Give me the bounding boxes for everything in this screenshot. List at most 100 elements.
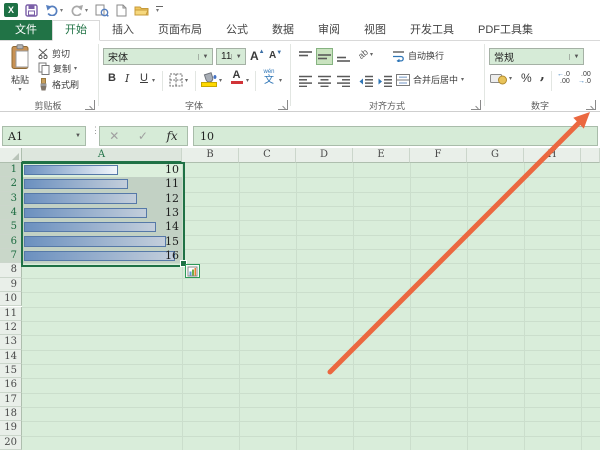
row-header-13[interactable]: 13 bbox=[0, 335, 22, 349]
number-dialog-launcher-icon[interactable] bbox=[586, 100, 596, 110]
align-top-button[interactable] bbox=[297, 48, 314, 65]
row-header-17[interactable]: 17 bbox=[0, 393, 22, 407]
new-file-icon[interactable] bbox=[116, 4, 127, 17]
number-format-combo[interactable]: 常规 ▼ bbox=[489, 48, 584, 65]
tab-数据[interactable]: 数据 bbox=[260, 20, 306, 40]
row-header-10[interactable]: 10 bbox=[0, 292, 22, 306]
row-header-20[interactable]: 20 bbox=[0, 436, 22, 450]
wrap-text-button[interactable]: 自动换行 bbox=[392, 49, 444, 62]
font-size-dropdown-icon[interactable]: ▼ bbox=[231, 54, 245, 60]
tab-公式[interactable]: 公式 bbox=[214, 20, 260, 40]
underline-dropdown-icon[interactable]: ▾ bbox=[152, 77, 155, 84]
name-box[interactable]: A1 ▼ bbox=[2, 126, 86, 146]
accounting-format-dropdown-icon[interactable]: ▾ bbox=[509, 75, 512, 82]
font-color-dropdown-icon[interactable]: ▾ bbox=[246, 77, 249, 84]
redo-dropdown-icon[interactable]: ▾ bbox=[85, 7, 88, 14]
row-header-3[interactable]: 3 bbox=[0, 192, 22, 206]
tab-file[interactable]: 文件 bbox=[0, 20, 52, 40]
enter-icon[interactable]: ✓ bbox=[138, 129, 148, 143]
number-format-dropdown-icon[interactable]: ▼ bbox=[569, 54, 583, 60]
decrease-indent-button[interactable] bbox=[357, 72, 374, 89]
phonetic-dropdown-icon[interactable]: ▾ bbox=[279, 77, 282, 84]
grow-font-button[interactable]: A▲ bbox=[250, 49, 265, 63]
font-name-combo[interactable]: 宋体 ▼ bbox=[103, 48, 213, 65]
formula-input[interactable]: 10 bbox=[193, 126, 598, 146]
clipboard-dialog-launcher-icon[interactable] bbox=[85, 100, 95, 110]
row-header-14[interactable]: 14 bbox=[0, 350, 22, 364]
align-center-button[interactable] bbox=[316, 72, 333, 89]
row-header-19[interactable]: 19 bbox=[0, 421, 22, 435]
fill-color-button[interactable] bbox=[201, 71, 217, 87]
cut-button[interactable]: 剪切 bbox=[38, 47, 70, 60]
column-header-H[interactable]: H bbox=[524, 148, 581, 163]
row-header-1[interactable]: 1 bbox=[0, 163, 22, 177]
select-all-corner[interactable] bbox=[0, 148, 22, 163]
row-header-2[interactable]: 2 bbox=[0, 177, 22, 191]
font-size-combo[interactable]: 11 ▼ bbox=[216, 48, 246, 65]
row-header-7[interactable]: 7 bbox=[0, 249, 22, 263]
copy-button[interactable]: 复制 ▾ bbox=[38, 62, 77, 75]
font-color-button[interactable]: A bbox=[230, 70, 243, 84]
row-header-6[interactable]: 6 bbox=[0, 235, 22, 249]
tab-审阅[interactable]: 审阅 bbox=[306, 20, 352, 40]
tab-开发工具[interactable]: 开发工具 bbox=[398, 20, 466, 40]
align-right-button[interactable] bbox=[335, 72, 352, 89]
orientation-dropdown-icon[interactable]: ▾ bbox=[370, 51, 373, 58]
shrink-font-button[interactable]: A▼ bbox=[269, 50, 282, 61]
comma-style-button[interactable]: , bbox=[540, 67, 545, 83]
font-dialog-launcher-icon[interactable] bbox=[278, 100, 288, 110]
quick-analysis-button[interactable] bbox=[185, 264, 200, 278]
format-painter-button[interactable]: 格式刷 bbox=[38, 78, 79, 91]
redo-button[interactable]: ▾ bbox=[70, 4, 88, 16]
italic-button[interactable]: I bbox=[125, 72, 129, 85]
row-header-18[interactable]: 18 bbox=[0, 407, 22, 421]
column-header-C[interactable]: C bbox=[239, 148, 296, 163]
column-header-F[interactable]: F bbox=[410, 148, 467, 163]
tab-插入[interactable]: 插入 bbox=[100, 20, 146, 40]
open-folder-icon[interactable] bbox=[134, 4, 149, 16]
row-header-16[interactable]: 16 bbox=[0, 378, 22, 392]
merge-center-dropdown-icon[interactable]: ▾ bbox=[461, 76, 464, 83]
border-button[interactable] bbox=[169, 73, 183, 87]
underline-button[interactable]: U bbox=[140, 72, 148, 84]
orientation-button[interactable]: ab ▾ bbox=[358, 49, 373, 59]
undo-button[interactable]: ▾ bbox=[45, 4, 63, 16]
copy-dropdown-icon[interactable]: ▾ bbox=[74, 65, 77, 72]
undo-dropdown-icon[interactable]: ▾ bbox=[60, 7, 63, 14]
tab-视图[interactable]: 视图 bbox=[352, 20, 398, 40]
align-left-button[interactable] bbox=[297, 72, 314, 89]
increase-indent-button[interactable] bbox=[376, 72, 393, 89]
row-header-15[interactable]: 15 bbox=[0, 364, 22, 378]
row-header-11[interactable]: 11 bbox=[0, 307, 22, 321]
fill-color-dropdown-icon[interactable]: ▾ bbox=[219, 77, 222, 84]
row-header-8[interactable]: 8 bbox=[0, 263, 22, 277]
accounting-format-button[interactable]: ▾ bbox=[490, 72, 512, 85]
column-header-partial[interactable] bbox=[581, 148, 600, 163]
insert-function-button[interactable]: fx bbox=[166, 129, 177, 143]
decrease-decimal-button[interactable]: .00 →.0 bbox=[578, 71, 595, 85]
row-header-4[interactable]: 4 bbox=[0, 206, 22, 220]
align-bottom-button[interactable] bbox=[335, 48, 352, 65]
column-header-D[interactable]: D bbox=[296, 148, 353, 163]
percent-style-button[interactable]: % bbox=[521, 71, 532, 85]
column-header-E[interactable]: E bbox=[353, 148, 410, 163]
print-preview-icon[interactable] bbox=[95, 4, 109, 17]
qat-customize-icon[interactable]: ▾ bbox=[156, 6, 163, 14]
tab-PDF工具集[interactable]: PDF工具集 bbox=[466, 20, 545, 40]
align-middle-button[interactable] bbox=[316, 48, 333, 65]
row-header-12[interactable]: 12 bbox=[0, 321, 22, 335]
name-box-dropdown-icon[interactable]: ▼ bbox=[71, 133, 85, 139]
tab-开始[interactable]: 开始 bbox=[52, 20, 100, 41]
border-dropdown-icon[interactable]: ▾ bbox=[185, 77, 188, 84]
cancel-icon[interactable]: ✕ bbox=[109, 129, 119, 143]
column-header-B[interactable]: B bbox=[182, 148, 239, 163]
row-header-5[interactable]: 5 bbox=[0, 220, 22, 234]
paste-button[interactable]: 粘贴 ▾ bbox=[4, 44, 36, 96]
phonetic-button[interactable]: wén 文 bbox=[261, 69, 277, 86]
merge-center-button[interactable]: 合并后居中 ▾ bbox=[396, 73, 464, 86]
increase-decimal-button[interactable]: ←.0 .00 bbox=[557, 71, 574, 85]
row-header-9[interactable]: 9 bbox=[0, 278, 22, 292]
tab-页面布局[interactable]: 页面布局 bbox=[146, 20, 214, 40]
paste-dropdown-icon[interactable]: ▾ bbox=[4, 86, 36, 93]
column-header-G[interactable]: G bbox=[467, 148, 524, 163]
